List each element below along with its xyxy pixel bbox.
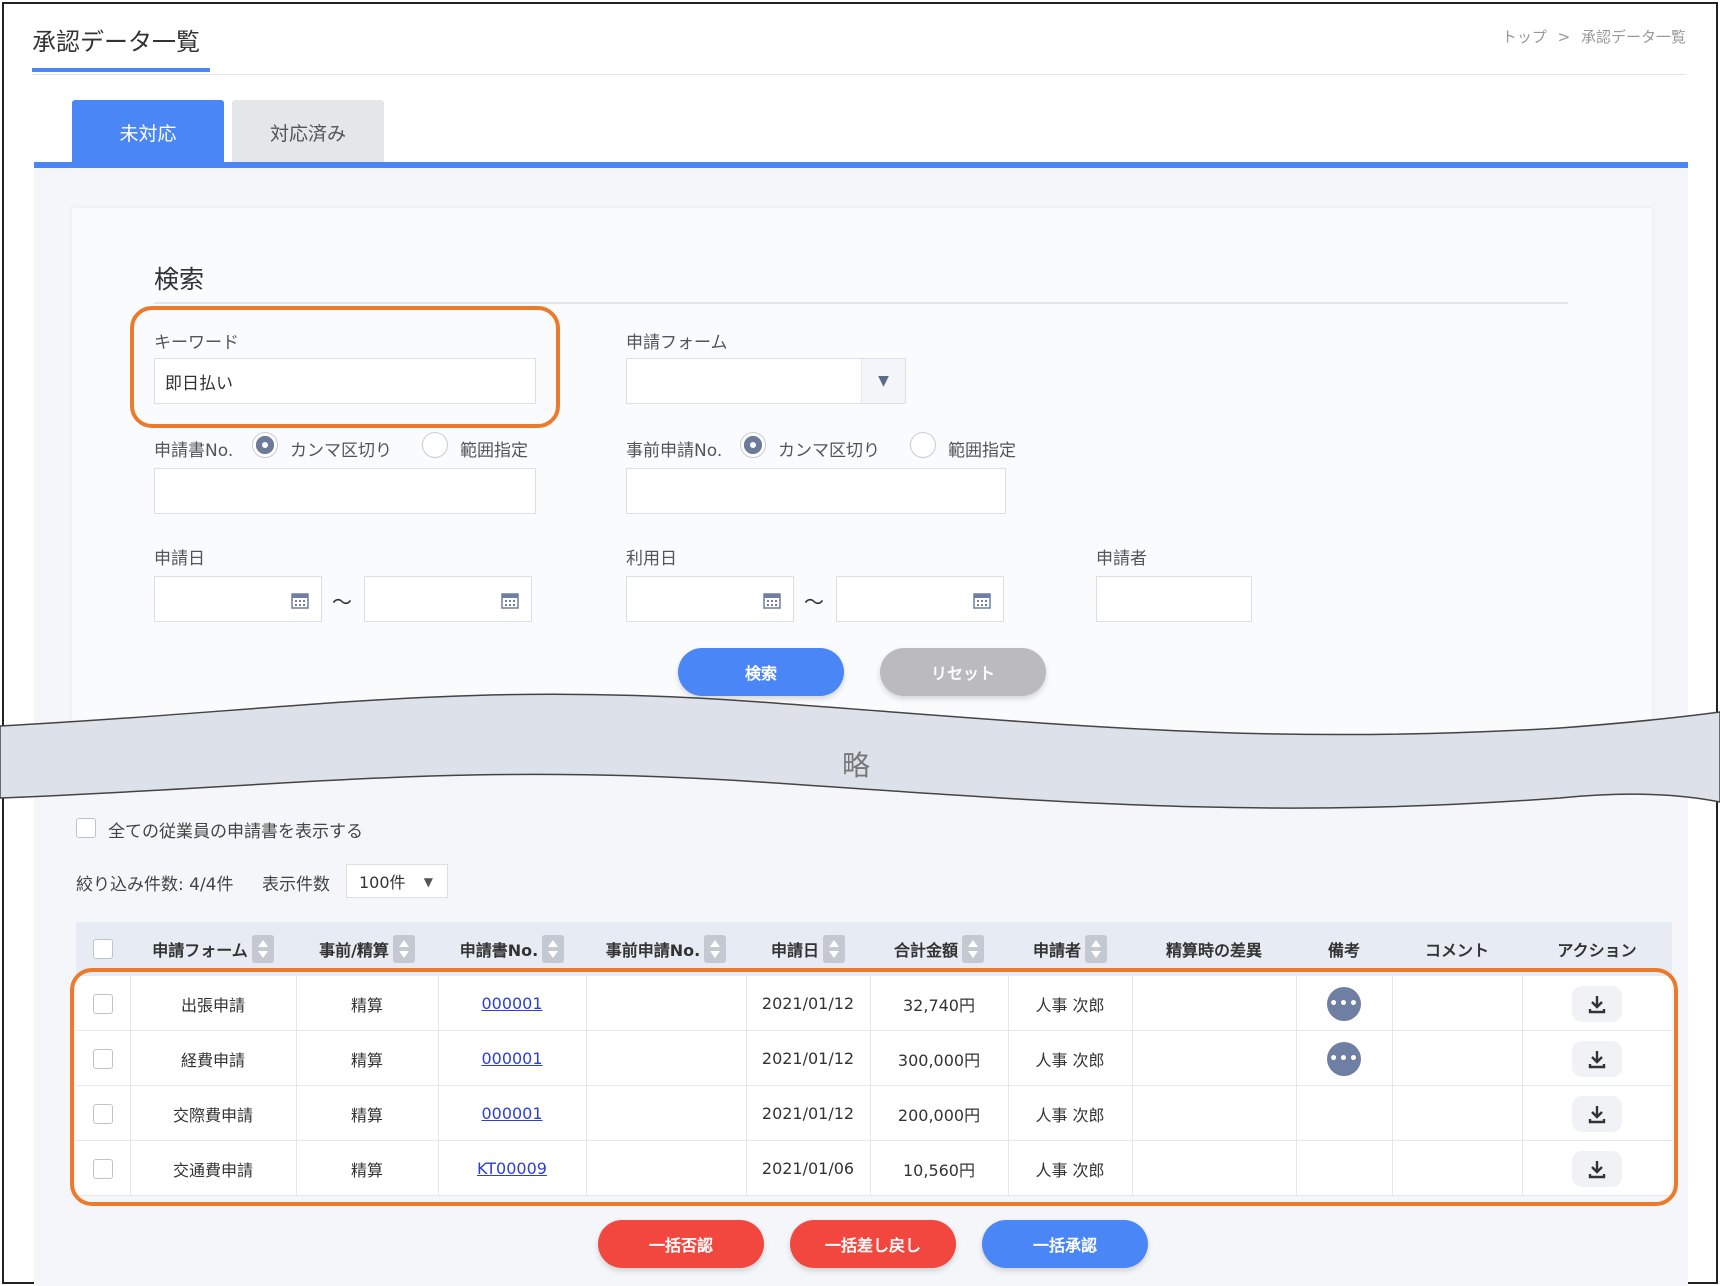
app-date-to-input[interactable] — [364, 576, 532, 622]
bulk-return-button[interactable]: 一括差し戻し — [790, 1220, 956, 1268]
pre-app-no-label: 事前申請No. — [626, 441, 723, 461]
app-date-tilde: ～ — [332, 590, 352, 614]
show-all-label: 全ての従業員の申請書を表示する — [108, 822, 363, 842]
app-no-radio-comma[interactable] — [252, 432, 278, 458]
calendar-icon[interactable] — [763, 591, 781, 609]
sort-icon[interactable] — [704, 935, 727, 963]
applicant-input[interactable] — [1096, 576, 1252, 622]
header-pre-app-no-label: 事前申請No. — [605, 941, 701, 960]
per-page-select[interactable]: 100件 ▼ — [346, 864, 448, 898]
bulk-reject-button[interactable]: 一括否認 — [598, 1220, 764, 1268]
app-no-radio-range[interactable] — [422, 432, 448, 458]
sort-icon[interactable] — [542, 935, 565, 963]
form-select[interactable]: ▼ — [626, 358, 906, 404]
pre-app-no-input[interactable] — [626, 468, 1006, 514]
pre-app-no-radio-comma-label: カンマ区切り — [778, 441, 880, 461]
per-page-value: 100件 — [359, 873, 406, 892]
reset-button[interactable]: リセット — [880, 648, 1046, 696]
search-button[interactable]: 検索 — [678, 648, 844, 696]
calendar-icon[interactable] — [501, 591, 519, 609]
sort-icon[interactable] — [1085, 935, 1107, 963]
tab-done[interactable]: 対応済み — [232, 100, 384, 164]
header-divider — [32, 74, 1686, 75]
pre-app-no-radio-range[interactable] — [910, 432, 936, 458]
per-page-label: 表示件数 — [262, 875, 330, 895]
header-form-label: 申請フォーム — [152, 941, 248, 960]
breadcrumb-top[interactable]: トップ — [1502, 28, 1547, 46]
chevron-down-icon: ▼ — [423, 875, 433, 889]
omitted-label: 略 — [842, 749, 871, 782]
header-applicant-label: 申請者 — [1032, 941, 1081, 960]
app-no-input[interactable] — [154, 468, 536, 514]
calendar-icon[interactable] — [973, 591, 991, 609]
app-no-radio-comma-label: カンマ区切り — [290, 441, 392, 461]
header-amount-label: 合計金額 — [893, 941, 958, 960]
filter-count: 絞り込み件数: 4/4件 — [76, 875, 234, 895]
chevron-down-icon[interactable]: ▼ — [861, 359, 905, 403]
select-all-checkbox[interactable] — [93, 939, 113, 959]
keyword-input[interactable]: 即日払い — [154, 358, 536, 404]
header-type-label: 事前/精算 — [319, 941, 389, 960]
bulk-approve-button[interactable]: 一括承認 — [982, 1220, 1148, 1268]
breadcrumb-separator: > — [1557, 28, 1571, 46]
search-divider — [154, 302, 1568, 304]
applicant-label: 申請者 — [1096, 549, 1147, 569]
sort-icon[interactable] — [962, 935, 984, 963]
use-date-from-input[interactable] — [626, 576, 794, 622]
app-date-label: 申請日 — [154, 549, 205, 569]
pre-app-no-radio-range-label: 範囲指定 — [948, 441, 1016, 461]
app-no-label: 申請書No. — [154, 441, 234, 461]
app-no-radio-range-label: 範囲指定 — [460, 441, 528, 461]
sort-icon[interactable] — [823, 935, 845, 963]
table-rows-highlight — [70, 968, 1678, 1206]
app-date-from-input[interactable] — [154, 576, 322, 622]
sort-icon[interactable] — [392, 935, 415, 963]
page-title: 承認データ一覧 — [32, 28, 200, 56]
sort-icon[interactable] — [251, 935, 274, 963]
pre-app-no-radio-comma[interactable] — [740, 432, 766, 458]
calendar-icon[interactable] — [291, 591, 309, 609]
show-all-checkbox[interactable] — [76, 818, 96, 838]
form-label: 申請フォーム — [626, 333, 728, 353]
use-date-to-input[interactable] — [836, 576, 1004, 622]
header-app-no-label: 申請書No. — [459, 941, 539, 960]
breadcrumb: トップ > 承認データ一覧 — [1502, 26, 1692, 47]
title-underline — [32, 68, 210, 72]
header-date-label: 申請日 — [770, 941, 819, 960]
breadcrumb-current: 承認データ一覧 — [1580, 28, 1686, 46]
tab-pending[interactable]: 未対応 — [72, 100, 224, 164]
search-title: 検索 — [154, 265, 205, 294]
use-date-tilde: ～ — [804, 590, 824, 614]
use-date-label: 利用日 — [626, 549, 677, 569]
keyword-label: キーワード — [154, 333, 239, 353]
